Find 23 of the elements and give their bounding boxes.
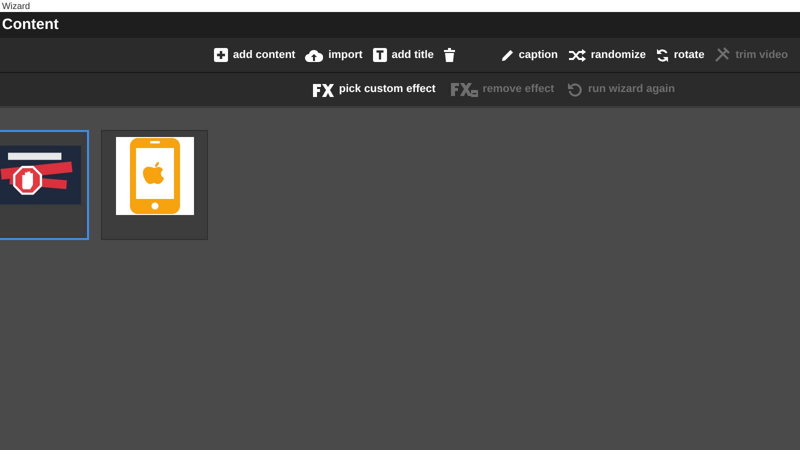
toolbar-button[interactable]: pick custom effect (312, 81, 436, 98)
cloud-upload-icon (305, 48, 324, 62)
toolbar-button[interactable]: randomize (568, 46, 646, 64)
window-title: Wizard (2, 0, 30, 12)
ad-blocker-thumbnail[interactable] (0, 130, 89, 240)
text-t-icon (372, 48, 387, 62)
delete-button[interactable] (444, 48, 455, 62)
plus-square-icon (214, 48, 228, 62)
toolbar-button[interactable]: import (305, 46, 363, 64)
undo-arrow-icon (568, 82, 584, 97)
phone-thumbnail[interactable] (101, 130, 208, 240)
toolbar-button[interactable]: caption (500, 46, 558, 64)
tools-icon (714, 47, 730, 63)
rotate-arrows-icon (656, 48, 669, 62)
toolbar-button[interactable]: add content (214, 46, 296, 64)
toolbar-button[interactable]: rotate (656, 46, 704, 64)
toolbar-button[interactable]: add title (372, 46, 434, 64)
pencil-icon (500, 48, 514, 62)
fx-icon (312, 82, 334, 96)
fx-minus-icon (450, 82, 478, 97)
page-title: Content (2, 14, 59, 35)
trash-icon (444, 48, 455, 62)
shuffle-icon (568, 48, 586, 62)
